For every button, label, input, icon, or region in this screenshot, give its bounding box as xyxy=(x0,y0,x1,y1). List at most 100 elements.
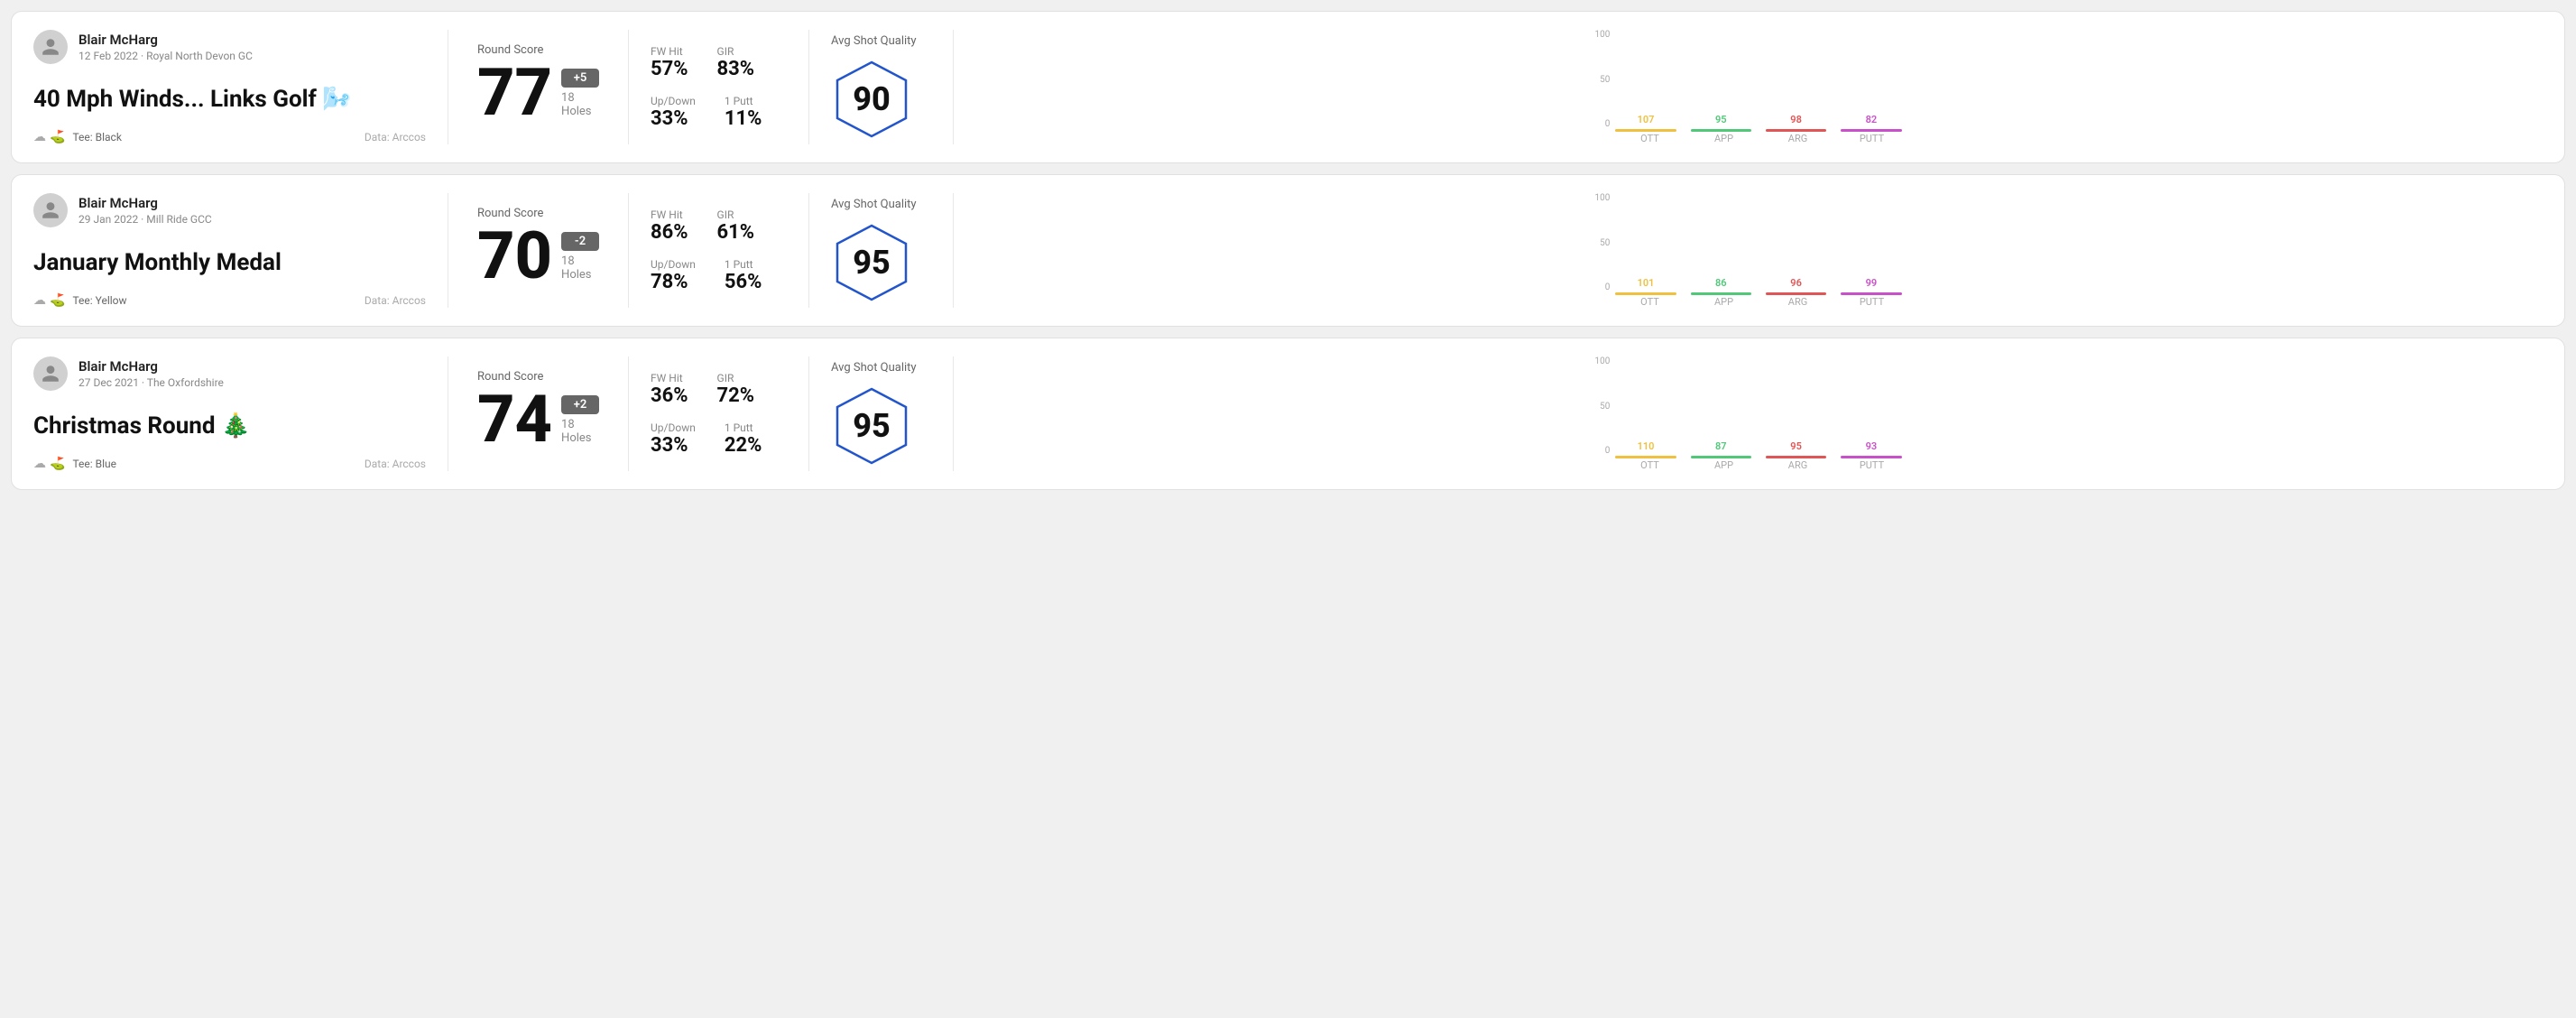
gir-label: GIR xyxy=(717,45,755,58)
x-axis-label: ARG xyxy=(1768,459,1828,471)
chart-section: 100500107959882OTTAPPARGPUTT xyxy=(954,30,2543,144)
putt-stat: 1 Putt11% xyxy=(725,95,762,130)
stats-row-1: FW Hit86%GIR61% xyxy=(651,208,787,244)
fw-hit-label: FW Hit xyxy=(651,372,688,384)
round-card: Blair McHarg 12 Feb 2022 · Royal North De… xyxy=(11,11,2565,163)
hexagon-chart: 90 xyxy=(831,59,912,140)
stats-row-2: Up/Down33% 1 Putt22% xyxy=(651,421,787,457)
bar-group: 96 xyxy=(1766,277,1826,292)
fw-hit-stat: FW Hit57% xyxy=(651,45,688,80)
avatar xyxy=(33,30,68,64)
y-axis-label: 100 xyxy=(1595,30,1611,40)
user-name: Blair McHarg xyxy=(78,32,253,48)
fw-hit-label: FW Hit xyxy=(651,208,688,221)
avatar xyxy=(33,193,68,227)
weather-icon: ☁ xyxy=(33,457,46,471)
y-axis-label: 50 xyxy=(1595,75,1611,85)
hexagon-chart: 95 xyxy=(831,222,912,303)
putt-label: 1 Putt xyxy=(725,258,762,271)
bar-group: 99 xyxy=(1841,277,1901,292)
updown-value: 33% xyxy=(651,107,696,130)
bar-value-label: 95 xyxy=(1790,440,1802,452)
weather-icon: ☁ xyxy=(33,130,46,144)
bar-value-label: 96 xyxy=(1790,277,1802,289)
gir-value: 61% xyxy=(717,221,755,244)
bar-group: 101 xyxy=(1615,277,1676,292)
user-info: Blair McHarg27 Dec 2021 · The Oxfordshir… xyxy=(78,358,224,389)
round-title: 40 Mph Winds... Links Golf 🌬️ xyxy=(33,86,426,113)
bar-group: 95 xyxy=(1766,440,1826,456)
y-axis-label: 50 xyxy=(1595,238,1611,248)
x-axis-label: APP xyxy=(1694,296,1754,308)
score-row: 70-218 Holes xyxy=(477,224,599,289)
stats-row-2: Up/Down33% 1 Putt11% xyxy=(651,95,787,130)
x-axis-label: PUTT xyxy=(1842,133,1902,144)
y-axis-label: 0 xyxy=(1595,446,1611,456)
bar-chart: 100500107959882OTTAPPARGPUTT xyxy=(1595,30,1902,144)
bag-icon: ⛳ xyxy=(50,130,65,144)
y-axis-label: 0 xyxy=(1595,282,1611,292)
user-date-course: 27 Dec 2021 · The Oxfordshire xyxy=(78,376,224,389)
bar-group: 93 xyxy=(1841,440,1901,456)
putt-value: 11% xyxy=(725,107,762,130)
data-source-label: Data: Arccos xyxy=(365,458,426,470)
quality-label: Avg Shot Quality xyxy=(831,34,917,48)
tee-info: ☁⛳Tee: Black xyxy=(33,130,122,144)
score-row: 74+218 Holes xyxy=(477,387,599,452)
score-section: Round Score74+218 Holes xyxy=(448,356,629,471)
weather-icon: ☁ xyxy=(33,293,46,308)
chart-section: 100500110879593OTTAPPARGPUTT xyxy=(954,356,2543,471)
bar-value-label: 82 xyxy=(1866,114,1878,125)
updown-stat: Up/Down78% xyxy=(651,258,696,293)
score-number: 74 xyxy=(477,387,552,452)
y-axis-label: 100 xyxy=(1595,356,1611,366)
bag-icon: ⛳ xyxy=(50,457,65,471)
gir-label: GIR xyxy=(717,372,755,384)
putt-value: 56% xyxy=(725,271,762,293)
rounds-list: Blair McHarg 12 Feb 2022 · Royal North De… xyxy=(11,11,2565,490)
updown-stat: Up/Down33% xyxy=(651,421,696,457)
quality-score-value: 95 xyxy=(853,407,891,445)
user-name: Blair McHarg xyxy=(78,195,212,211)
x-axis-label: ARG xyxy=(1768,133,1828,144)
putt-stat: 1 Putt22% xyxy=(725,421,762,457)
bar-value-label: 95 xyxy=(1715,114,1727,125)
card-footer: ☁⛳Tee: YellowData: Arccos xyxy=(33,293,426,308)
bar-group: 86 xyxy=(1691,277,1751,292)
bar-value-label: 101 xyxy=(1638,277,1655,289)
x-axis-label: APP xyxy=(1694,133,1754,144)
fw-hit-value: 57% xyxy=(651,58,688,80)
bar-group: 95 xyxy=(1691,114,1751,129)
quality-score-value: 90 xyxy=(853,80,891,118)
bar-value-label: 87 xyxy=(1715,440,1727,452)
bar-value-label: 107 xyxy=(1638,114,1655,125)
score-section: Round Score70-218 Holes xyxy=(448,193,629,308)
y-axis-label: 50 xyxy=(1595,402,1611,412)
quality-score-value: 95 xyxy=(853,244,891,282)
user-date-course: 12 Feb 2022 · Royal North Devon GC xyxy=(78,50,253,62)
x-axis-label: OTT xyxy=(1620,133,1680,144)
x-axis-label: ARG xyxy=(1768,296,1828,308)
tee-label: Tee: Yellow xyxy=(72,294,126,307)
stats-row-1: FW Hit36%GIR72% xyxy=(651,372,787,407)
updown-label: Up/Down xyxy=(651,421,696,434)
bar-group: 110 xyxy=(1615,440,1676,456)
stats-row-2: Up/Down78% 1 Putt56% xyxy=(651,258,787,293)
bar-value-label: 86 xyxy=(1715,277,1727,289)
y-axis-label: 0 xyxy=(1595,119,1611,129)
card-footer: ☁⛳Tee: BlackData: Arccos xyxy=(33,130,426,144)
putt-stat: 1 Putt56% xyxy=(725,258,762,293)
quality-section: Avg Shot Quality 95 xyxy=(809,356,954,471)
user-header: Blair McHarg29 Jan 2022 · Mill Ride GCC xyxy=(33,193,426,227)
gir-value: 83% xyxy=(717,58,755,80)
x-axis-label: PUTT xyxy=(1842,296,1902,308)
card-left-section: Blair McHarg29 Jan 2022 · Mill Ride GCCJ… xyxy=(33,193,448,308)
x-axis-label: OTT xyxy=(1620,459,1680,471)
data-source-label: Data: Arccos xyxy=(365,294,426,307)
updown-stat: Up/Down33% xyxy=(651,95,696,130)
chart-section: 100500101869699OTTAPPARGPUTT xyxy=(954,193,2543,308)
score-badge-container: +218 Holes xyxy=(561,395,599,452)
quality-label: Avg Shot Quality xyxy=(831,361,917,375)
user-info: Blair McHarg 12 Feb 2022 · Royal North De… xyxy=(78,32,253,62)
updown-value: 78% xyxy=(651,271,696,293)
